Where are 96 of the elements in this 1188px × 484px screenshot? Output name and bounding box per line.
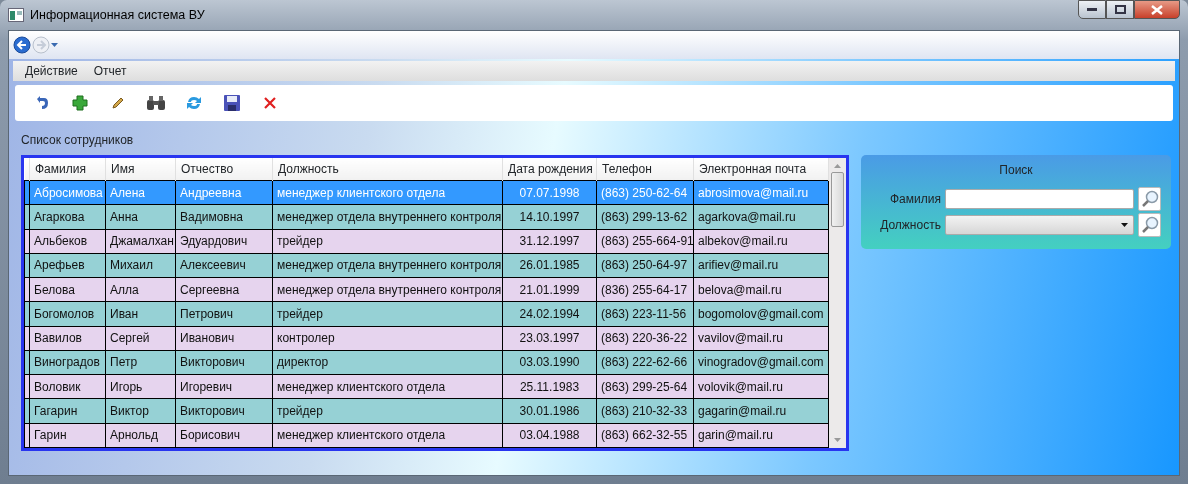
table-cell: Викторович: [175, 350, 273, 375]
table-cell: директор: [272, 350, 503, 375]
table-cell: менеджер клиентского отдела: [272, 423, 503, 448]
table-cell: (836) 255-64-17: [596, 277, 694, 302]
table-cell: albekov@mail.ru: [693, 229, 829, 254]
table-cell: bogomolov@gmail.com: [693, 301, 829, 327]
table-cell: agarkova@mail.ru: [693, 204, 829, 230]
cross-icon: [263, 96, 277, 110]
table-cell: garin@mail.ru: [693, 423, 829, 448]
table-cell: 26.01.1985: [502, 253, 597, 278]
table-cell: Алена: [105, 180, 176, 205]
table-cell: менеджер отдела внутреннего контроля: [272, 204, 503, 230]
table-cell: arifiev@mail.ru: [693, 253, 829, 278]
table-cell: 24.02.1994: [502, 301, 597, 327]
menu-item[interactable]: Отчет: [87, 61, 133, 81]
table-cell: трейдер: [272, 229, 503, 254]
table-cell: (863) 223-11-56: [596, 301, 694, 327]
search-icon: [1140, 190, 1159, 208]
search-field[interactable]: [944, 189, 1135, 209]
scroll-up-icon[interactable]: [834, 164, 841, 168]
table-cell: 03.03.1990: [502, 350, 597, 375]
column-header[interactable]: Отчество: [175, 158, 273, 181]
table-cell: 07.07.1998: [502, 180, 597, 205]
maximize-button[interactable]: [1106, 0, 1134, 19]
column-header[interactable]: Фамилия: [29, 158, 106, 181]
table-cell: Абросимова: [29, 180, 106, 205]
refresh-icon: [185, 94, 203, 112]
table-cell: менеджер клиентского отдела: [272, 180, 503, 205]
table-cell: (863) 222-62-66: [596, 350, 694, 375]
table-cell: менеджер клиентского отдела: [272, 374, 503, 399]
table-cell: Викторович: [175, 398, 273, 424]
table-cell: контролер: [272, 326, 503, 351]
pencil-icon: [111, 96, 125, 110]
table-cell: abrosimova@mail.ru: [693, 180, 829, 205]
table-cell: Алексеевич: [175, 253, 273, 278]
table-cell: 14.10.1997: [502, 204, 597, 230]
curved-arrow-icon: [34, 95, 50, 111]
menu-item[interactable]: Действие: [19, 61, 84, 81]
binoculars-icon: [146, 95, 166, 111]
table-cell: 25.11.1983: [502, 374, 597, 399]
table-cell: 21.01.1999: [502, 277, 597, 302]
column-header[interactable]: Дата рождения: [502, 158, 597, 181]
table-cell: gagarin@mail.ru: [693, 398, 829, 424]
close-icon: [1151, 4, 1163, 15]
column-header[interactable]: Электронная почта: [693, 158, 829, 181]
table-cell: (863) 250-64-97: [596, 253, 694, 278]
scrollbar[interactable]: [829, 158, 846, 448]
column-header[interactable]: Телефон: [596, 158, 694, 181]
search-button[interactable]: [1138, 213, 1161, 237]
minimize-icon: [1087, 7, 1097, 12]
table-cell: (863) 210-32-33: [596, 398, 694, 424]
minimize-button[interactable]: [1078, 0, 1106, 19]
scroll-thumb[interactable]: [831, 172, 844, 227]
field-label: Фамилия: [888, 191, 941, 208]
table-cell: трейдер: [272, 398, 503, 424]
window-title: Информационная система ВУ: [30, 6, 205, 24]
caret-icon: [1121, 223, 1129, 227]
search-button[interactable]: [1138, 187, 1161, 211]
table-cell: (863) 299-13-62: [596, 204, 694, 230]
maximize-icon: [1114, 5, 1126, 14]
table-cell: belova@mail.ru: [693, 277, 829, 302]
column-header[interactable]: Должность: [272, 158, 503, 181]
column-header[interactable]: Имя: [105, 158, 176, 181]
scroll-down-icon[interactable]: [834, 438, 841, 442]
plus-icon: [72, 95, 88, 111]
table-cell: 03.04.1988: [502, 423, 597, 448]
table-cell: 31.12.1997: [502, 229, 597, 254]
table-cell: 30.01.1986: [502, 398, 597, 424]
table-cell: Вадимовна: [175, 204, 273, 230]
table-cell: vavilov@mail.ru: [693, 326, 829, 351]
table-cell: (863) 220-36-22: [596, 326, 694, 351]
close-button[interactable]: [1134, 0, 1180, 19]
table-cell: Петрович: [175, 301, 273, 327]
table-cell: (863) 255-664-91: [596, 229, 694, 254]
table-cell: 23.03.1997: [502, 326, 597, 351]
table-cell: vinogradov@gmail.com: [693, 350, 829, 375]
table-cell: (863) 250-62-64: [596, 180, 694, 205]
section-title: Список сотрудников: [21, 132, 135, 149]
table-cell: Иванович: [175, 326, 273, 351]
table-cell: Андреевна: [175, 180, 273, 205]
app-icon: [8, 8, 24, 22]
table-cell: Сергеевна: [175, 277, 273, 302]
table-cell: (863) 662-32-55: [596, 423, 694, 448]
table-cell: (863) 299-25-64: [596, 374, 694, 399]
panel-title: Поиск: [998, 162, 1034, 179]
table-cell: менеджер отдела внутреннего контроля: [272, 277, 503, 302]
table-cell: Игоревич: [175, 374, 273, 399]
table-cell: volovik@mail.ru: [693, 374, 829, 399]
dropdown-icon[interactable]: [51, 43, 58, 47]
back-icon[interactable]: [13, 36, 31, 54]
table-cell: трейдер: [272, 301, 503, 327]
table-cell: Эдуардович: [175, 229, 273, 254]
table-cell: Борисович: [175, 423, 273, 448]
field-label: Должность: [879, 217, 941, 234]
search-icon: [1140, 216, 1159, 234]
table-cell: менеджер отдела внутреннего контроля: [272, 253, 503, 278]
